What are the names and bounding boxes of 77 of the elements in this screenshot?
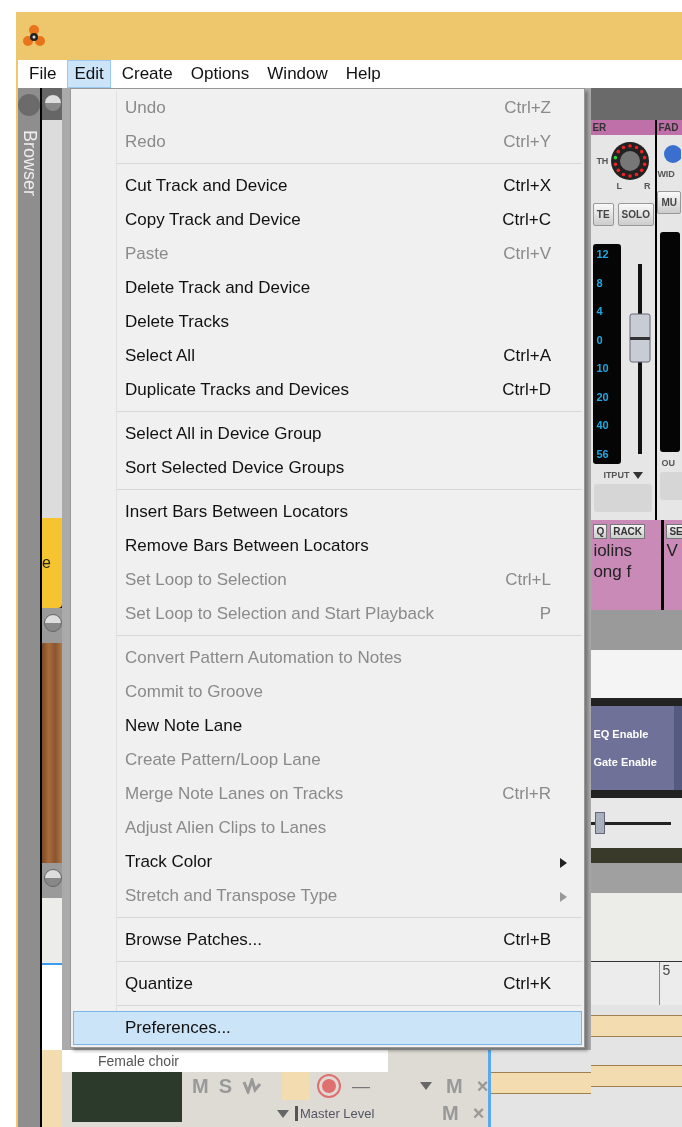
meter-scale-label: 0: [596, 333, 604, 346]
menu-bar-item[interactable]: Help: [338, 60, 388, 88]
menu-bar-item[interactable]: Create: [114, 60, 180, 88]
output-label: ITPUT: [603, 470, 630, 480]
meter-scale-label: 4: [596, 305, 604, 318]
meter-scale-label: 56: [596, 447, 610, 460]
menu-item[interactable]: Delete Tracks: [73, 305, 582, 339]
device-name: V: [666, 541, 679, 560]
app-logo-icon: [22, 24, 46, 48]
wave-icon[interactable]: [242, 1078, 262, 1094]
automation-lane-label[interactable]: Master Level: [295, 1106, 375, 1121]
menu-item[interactable]: Cut Track and Device Ctrl+X: [73, 169, 582, 203]
menu-item[interactable]: Preferences...: [73, 1011, 582, 1045]
device-param-label[interactable]: Gate Enable: [593, 756, 675, 768]
menu-bar-item[interactable]: Options: [183, 60, 257, 88]
clip[interactable]: [491, 1072, 592, 1094]
device-label: e: [42, 518, 62, 608]
keyboard-shortcut: P: [539, 604, 551, 624]
menu-bar-item[interactable]: Edit: [67, 60, 111, 88]
keyboard-shortcut: Ctrl+C: [502, 210, 551, 230]
menu-bar-item[interactable]: Window: [260, 60, 335, 88]
channel-button[interactable]: MU: [657, 191, 681, 214]
keyboard-shortcut: Ctrl+X: [503, 176, 551, 196]
menu-item[interactable]: Quantize Ctrl+K: [73, 967, 582, 1001]
keyboard-shortcut: Ctrl+R: [502, 784, 551, 804]
clip[interactable]: [591, 1015, 682, 1037]
meter-scale-label: 8: [596, 276, 604, 289]
menu-item[interactable]: Delete Track and Device: [73, 271, 582, 305]
menu-item[interactable]: New Note Lane: [73, 709, 582, 743]
pan-knob-icon[interactable]: [610, 141, 651, 181]
lane-value: —: [352, 1075, 370, 1097]
keyboard-shortcut: Ctrl+D: [502, 380, 551, 400]
record-icon[interactable]: [316, 1073, 342, 1099]
keyboard-shortcut: Ctrl+B: [503, 930, 551, 950]
keyboard-shortcut: Ctrl+K: [503, 974, 551, 994]
channel-button[interactable]: SOLO: [617, 203, 654, 226]
device-button[interactable]: SE: [666, 524, 682, 539]
meter-scale-label: 40: [596, 419, 610, 432]
knob-label: WID: [657, 169, 675, 179]
device-param-label[interactable]: EQ Enable: [593, 728, 675, 740]
menu-item[interactable]: Sort Selected Device Groups: [73, 451, 582, 485]
keyboard-shortcut: Ctrl+L: [505, 570, 551, 590]
keyboard-shortcut: Ctrl+V: [503, 244, 551, 264]
meter-scale-label: 20: [596, 390, 610, 403]
knob-label: TH: [596, 156, 609, 166]
pan-label: R: [643, 181, 651, 191]
menu-item[interactable]: Insert Bars Between Locators: [73, 495, 582, 529]
menu-item[interactable]: Select All Ctrl+A: [73, 339, 582, 373]
menu-item[interactable]: Copy Track and Device Ctrl+C: [73, 203, 582, 237]
channel-button[interactable]: TE: [592, 203, 614, 226]
fold-toggle[interactable]: [44, 869, 62, 887]
menu-item[interactable]: Remove Bars Between Locators: [73, 529, 582, 563]
fold-toggle[interactable]: [44, 94, 62, 112]
menu-item[interactable]: Track Color: [73, 845, 582, 879]
channel-header: ER: [591, 120, 656, 135]
lane-swatch: [282, 1072, 310, 1100]
menu-item[interactable]: Browse Patches... Ctrl+B: [73, 923, 582, 957]
output-label: OU: [661, 458, 675, 468]
menu-bar-item[interactable]: File: [22, 60, 64, 88]
device-name: iolins: [593, 541, 634, 560]
keyboard-shortcut: Ctrl+Z: [504, 98, 551, 118]
dropdown-arrow-icon[interactable]: [633, 471, 644, 479]
device-button[interactable]: Q: [593, 524, 608, 539]
meter-scale-label: 10: [596, 362, 610, 375]
pan-label: L: [616, 181, 622, 191]
device-button[interactable]: RACK: [610, 524, 646, 539]
clip[interactable]: [591, 1065, 682, 1087]
fold-toggle[interactable]: [44, 614, 62, 632]
meter-scale-label: 12: [596, 248, 610, 260]
channel-header: FAD: [657, 120, 682, 135]
device-name: ong f: [593, 562, 633, 581]
collapse-arrow-icon[interactable]: [277, 1109, 289, 1118]
menu-item[interactable]: Duplicate Tracks and Devices Ctrl+D: [73, 373, 582, 407]
track-name[interactable]: Female choir: [62, 1050, 389, 1072]
menu-item[interactable]: Select All in Device Group: [73, 417, 582, 451]
keyboard-shortcut: Ctrl+Y: [503, 132, 551, 152]
keyboard-shortcut: Ctrl+A: [503, 346, 551, 366]
